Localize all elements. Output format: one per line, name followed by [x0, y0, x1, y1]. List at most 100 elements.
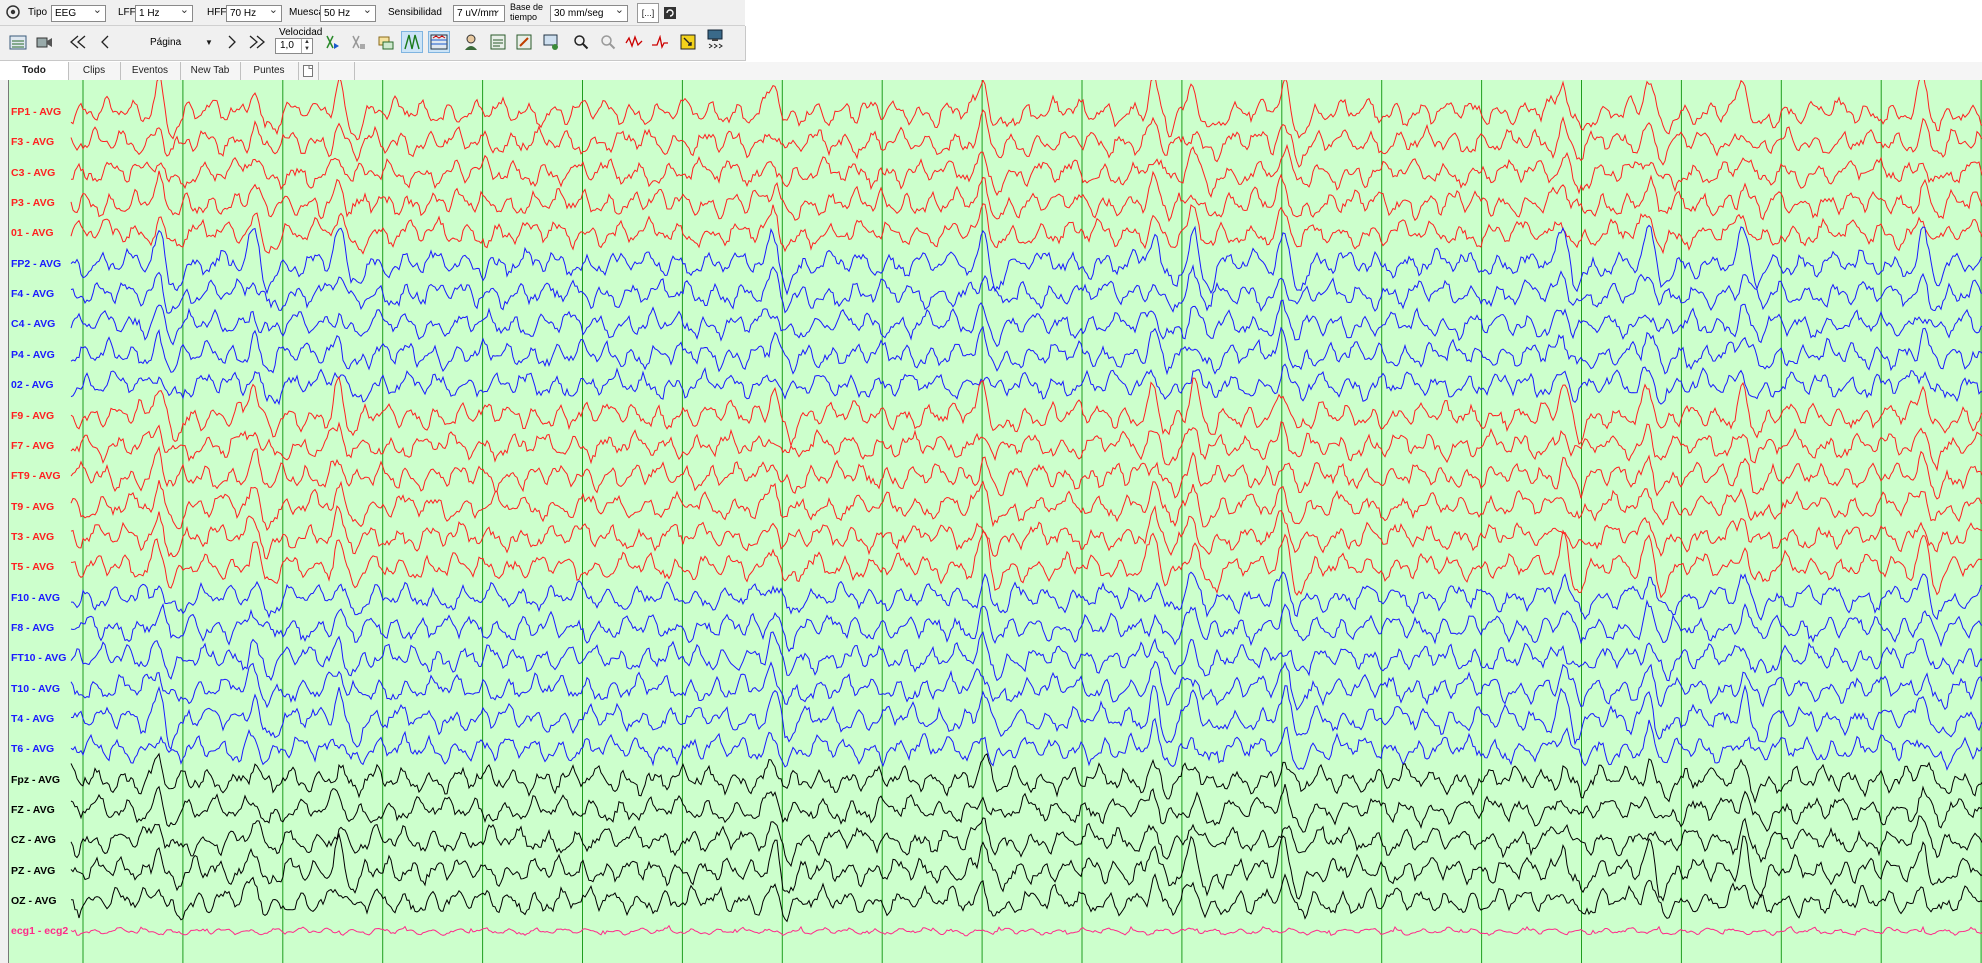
note-icon[interactable]: [678, 32, 698, 52]
rewind-icon[interactable]: [68, 32, 88, 52]
channel-label[interactable]: P4 - AVG: [11, 349, 55, 361]
edit-icon[interactable]: [514, 32, 534, 52]
eeg-trace: [70, 599, 1982, 653]
eeg-trace: [70, 363, 1982, 406]
channel-label[interactable]: ecg1 - ecg2: [11, 925, 68, 937]
eeg-trace: [70, 815, 1982, 868]
zoom-in-icon[interactable]: [571, 32, 591, 52]
channel-label[interactable]: T4 - AVG: [11, 713, 54, 725]
link-icon[interactable]: [376, 32, 396, 52]
channel-label[interactable]: CZ - AVG: [11, 834, 56, 846]
tipo-select[interactable]: EEG: [51, 5, 106, 22]
eeg-trace: [71, 571, 1982, 621]
muesca-select[interactable]: 50 Hz: [320, 5, 376, 22]
tab-todo[interactable]: Todo: [0, 62, 69, 80]
sensibilidad-select[interactable]: 7 uV/mm: [453, 5, 505, 22]
eeg-viewer[interactable]: FP1 - AVG F3 - AVG C3 - AVG P3 - AVG 01 - AV…: [8, 80, 1982, 963]
pagina-label: Página: [150, 37, 182, 48]
eeg-trace: [70, 752, 1982, 804]
eeg-trace: [70, 203, 1982, 255]
channel-label[interactable]: T6 - AVG: [11, 743, 54, 755]
channel-label[interactable]: F8 - AVG: [11, 622, 54, 634]
channel-label[interactable]: T10 - AVG: [11, 683, 60, 695]
tab-puntes[interactable]: Puntes: [240, 62, 299, 80]
eeg-trace: [70, 170, 1982, 223]
lff-select[interactable]: 1 Hz: [135, 5, 193, 22]
channel-label[interactable]: F10 - AVG: [11, 592, 60, 604]
tab-empty[interactable]: [318, 62, 355, 80]
report-icon[interactable]: [488, 32, 508, 52]
marker-icon[interactable]: [322, 32, 342, 52]
tab-new-tab[interactable]: New Tab: [180, 62, 241, 80]
add-tab-icon[interactable]: [298, 62, 319, 80]
filter-icon[interactable]: [624, 32, 644, 52]
channel-label[interactable]: FZ - AVG: [11, 804, 55, 816]
tab-eventos[interactable]: Eventos: [120, 62, 181, 80]
eeg-trace: [70, 80, 1982, 141]
bracket-button[interactable]: [...]: [637, 3, 659, 23]
velocidad-label: Velocidad: [279, 27, 323, 38]
base-tiempo-select[interactable]: 30 mm/seg: [550, 5, 628, 22]
navigation-toolbar: Página ▼ Velocidad: [0, 26, 746, 61]
eeg-traces: [70, 80, 1982, 963]
zoom-out-icon[interactable]: [598, 32, 618, 52]
spike-icon[interactable]: [650, 32, 670, 52]
eeg-trace: [70, 631, 1982, 682]
channel-label[interactable]: PZ - AVG: [11, 865, 55, 877]
grid-pressed-icon[interactable]: [428, 31, 450, 53]
channel-label[interactable]: T9 - AVG: [11, 501, 54, 513]
eeg-trace: [70, 529, 1982, 599]
eeg-trace: [70, 445, 1982, 500]
channel-label[interactable]: C3 - AVG: [11, 167, 55, 179]
channel-label[interactable]: C4 - AVG: [11, 318, 55, 330]
base-tiempo-label-2: tiempo: [510, 12, 538, 22]
step-forward-icon[interactable]: [222, 32, 242, 52]
eeg-trace: [70, 873, 1982, 923]
channel-label[interactable]: Fpz - AVG: [11, 774, 60, 786]
waveform-pressed-icon[interactable]: [401, 31, 423, 53]
eeg-trace: [70, 325, 1982, 376]
tab-clips[interactable]: Clips: [68, 62, 121, 80]
channel-label[interactable]: T3 - AVG: [11, 531, 54, 543]
velocidad-stepper[interactable]: 1,0 ▲ ▼: [275, 38, 313, 54]
montage-icon[interactable]: [8, 32, 28, 52]
lff-label: LFF: [118, 7, 136, 18]
channel-label[interactable]: F9 - AVG: [11, 410, 54, 422]
tipo-label: Tipo: [28, 7, 48, 18]
filter-toolbar: Tipo EEG LFF 1 Hz HFF 70 Hz Muesca 50 Hz…: [0, 0, 745, 26]
viewer-left-strip: [0, 80, 8, 963]
eeg-trace: [70, 505, 1982, 560]
stepper-arrows-icon[interactable]: ▲ ▼: [301, 39, 312, 53]
channel-label[interactable]: FP1 - AVG: [11, 106, 61, 118]
channel-label[interactable]: T5 - AVG: [11, 561, 54, 573]
channel-label[interactable]: F7 - AVG: [11, 440, 54, 452]
network-icon[interactable]: [541, 32, 561, 52]
eeg-trace: [70, 717, 1982, 771]
pagina-dropdown-icon[interactable]: ▼: [203, 32, 215, 52]
channel-label[interactable]: FT9 - AVG: [11, 470, 61, 482]
eeg-trace: [70, 299, 1982, 348]
eeg-trace: [70, 684, 1982, 751]
tab-bar: Todo Clips Eventos New Tab Puntes ▽: [0, 62, 1982, 89]
channel-label[interactable]: FT10 - AVG: [11, 652, 66, 664]
channel-label[interactable]: 02 - AVG: [11, 379, 54, 391]
muesca-label: Muesca: [289, 7, 325, 18]
channel-label[interactable]: F3 - AVG: [11, 136, 54, 148]
fast-forward-icon[interactable]: [247, 32, 267, 52]
channel-label[interactable]: F4 - AVG: [11, 288, 54, 300]
computer-icon[interactable]: [705, 29, 725, 50]
hff-select[interactable]: 70 Hz: [226, 5, 282, 22]
settings-icon[interactable]: [3, 2, 23, 22]
ruler-icon[interactable]: [348, 32, 368, 52]
channel-label[interactable]: P3 - AVG: [11, 197, 55, 209]
step-back-icon[interactable]: [95, 32, 115, 52]
person-icon[interactable]: [462, 32, 482, 52]
video-icon[interactable]: [34, 32, 54, 52]
refresh-icon[interactable]: [662, 3, 678, 23]
eeg-trace: [71, 143, 1982, 198]
eeg-trace: [70, 480, 1982, 531]
channel-label[interactable]: OZ - AVG: [11, 895, 57, 907]
channel-label[interactable]: 01 - AVG: [11, 227, 54, 239]
sensibilidad-label: Sensibilidad: [388, 7, 442, 18]
channel-label[interactable]: FP2 - AVG: [11, 258, 61, 270]
